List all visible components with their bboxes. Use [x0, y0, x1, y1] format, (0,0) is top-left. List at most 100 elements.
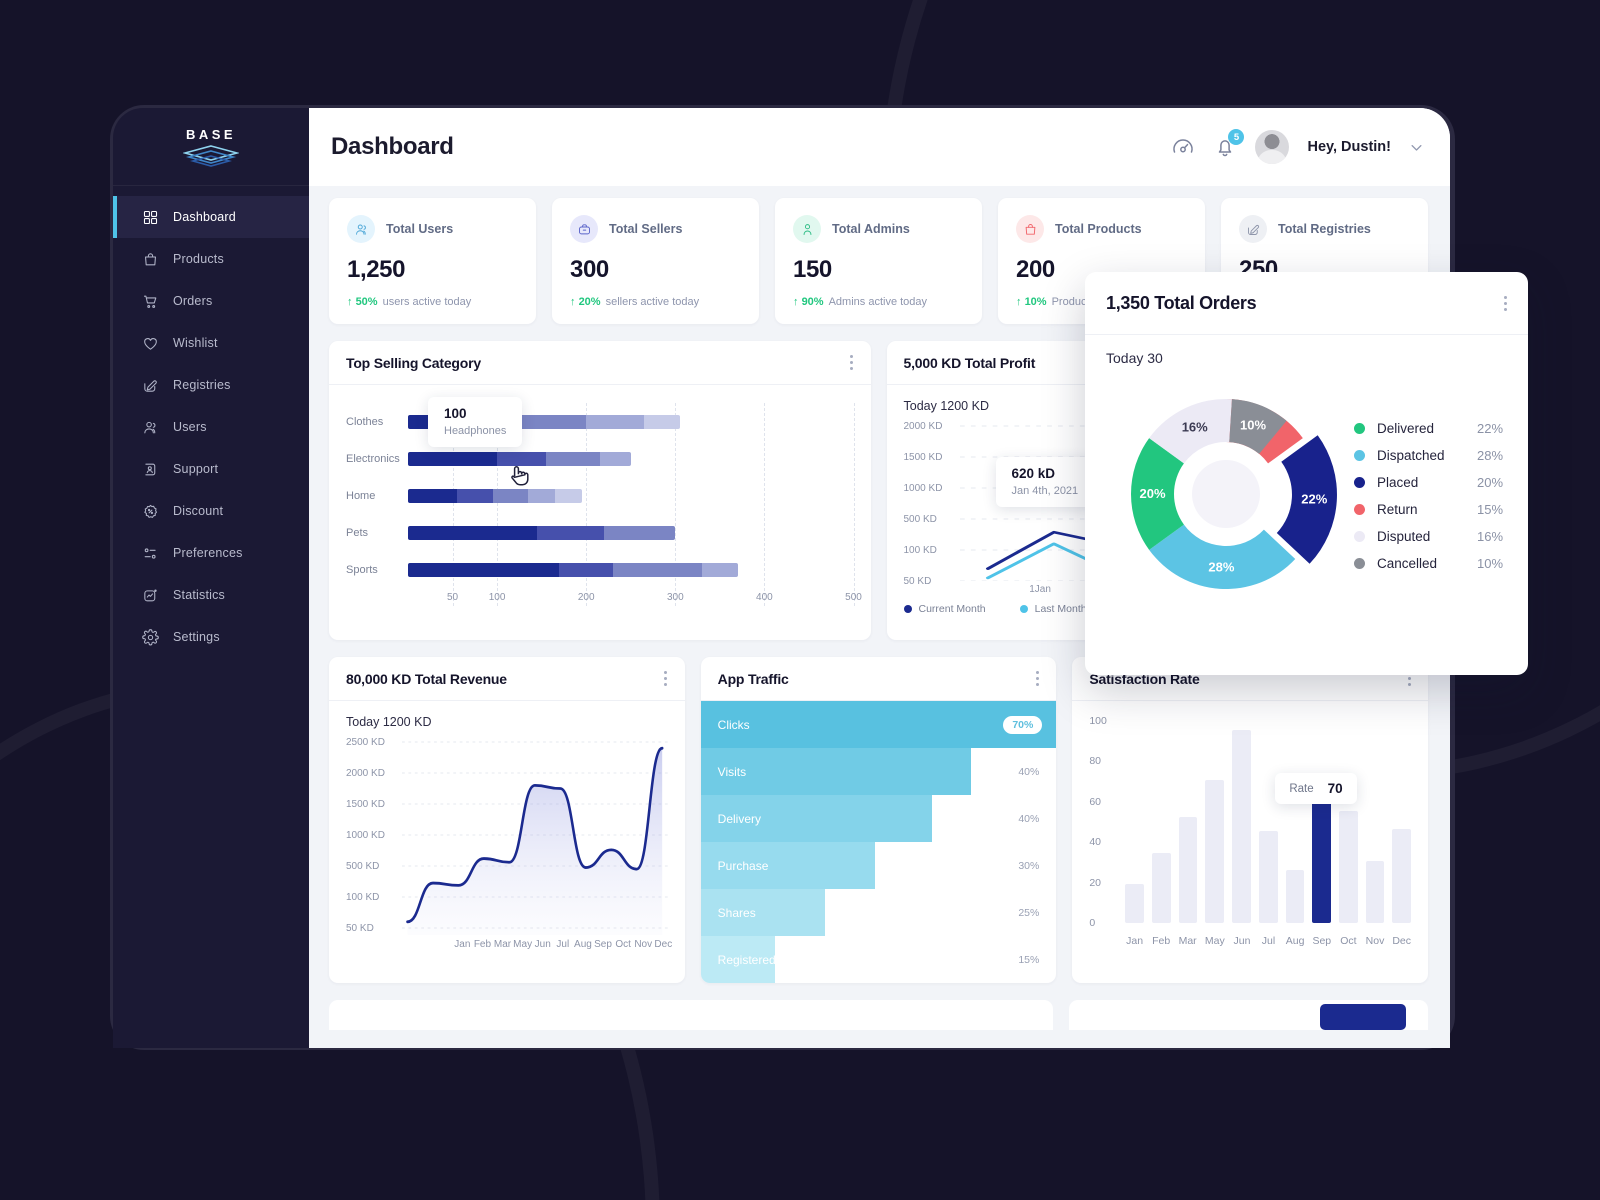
bell-icon[interactable]: 5	[1213, 129, 1245, 159]
funnel-label: Purchase	[717, 858, 769, 873]
bag-icon	[142, 251, 159, 268]
sidebar-item-discount[interactable]: Discount	[113, 490, 309, 532]
avatar[interactable]	[1255, 130, 1290, 164]
profit-x-tick: 1Jan	[1029, 584, 1051, 595]
satisfaction-bar-col[interactable]	[1285, 721, 1305, 923]
profit-legend-item[interactable]: Current Month	[903, 603, 986, 615]
funnel-percent: 40%	[1018, 765, 1040, 778]
sidebar-item-wishlist[interactable]: Wishlist	[113, 322, 309, 364]
funnel-row[interactable]: Registered Users 15%	[700, 936, 1057, 983]
sidebar-item-statistics[interactable]: Statistics	[113, 574, 309, 616]
satisfaction-bar-col[interactable]	[1125, 721, 1145, 923]
funnel-row[interactable]: Clicks 70%	[700, 701, 1057, 748]
support-icon	[142, 461, 159, 478]
satisfaction-bar[interactable]	[1312, 794, 1331, 923]
revenue-x-tick: Jan	[454, 939, 471, 950]
admin-icon	[793, 215, 821, 243]
sidebar-item-settings[interactable]: Settings	[113, 616, 309, 658]
satisfaction-bar-col[interactable]	[1258, 721, 1278, 923]
sidebar-item-support[interactable]: Support	[113, 448, 309, 490]
profit-y-tick: 100 KD	[903, 545, 937, 556]
satisfaction-bar[interactable]	[1392, 829, 1412, 923]
donut-legend-item[interactable]: Delivered 22%	[1354, 421, 1503, 436]
satisfaction-bar-col[interactable]	[1312, 721, 1331, 923]
svg-text:22%: 22%	[1301, 492, 1327, 507]
tsc-row[interactable]: Electronics	[346, 440, 854, 477]
tsc-label: Electronics	[346, 452, 400, 465]
gear-icon	[142, 628, 159, 646]
tsc-label: Home	[346, 489, 376, 502]
heart-icon	[142, 335, 159, 352]
satisfaction-bar-col[interactable]	[1365, 721, 1385, 923]
primary-action-button[interactable]	[1320, 1004, 1406, 1030]
satisfaction-bar[interactable]	[1205, 779, 1225, 923]
tsc-row[interactable]: Clothes	[346, 403, 854, 440]
sidebar-item-dashboard[interactable]: Dashboard	[113, 196, 309, 238]
revenue-x-tick: Aug	[574, 939, 592, 950]
satisfaction-tooltip: Rate 70	[1275, 773, 1357, 804]
kebab-menu-icon[interactable]	[1503, 295, 1507, 311]
satisfaction-bar-col[interactable]	[1392, 721, 1412, 923]
tsc-row[interactable]: Pets	[346, 514, 854, 551]
stat-card-total-sellers[interactable]: Total Sellers 300 ↑ 20% sellers active toda…	[552, 198, 759, 324]
sidebar-item-label: Orders	[173, 294, 213, 308]
satisfaction-bar[interactable]	[1285, 869, 1305, 923]
satisfaction-bar[interactable]	[1365, 860, 1385, 923]
sidebar-item-orders[interactable]: Orders	[113, 280, 309, 322]
satisfaction-bar[interactable]	[1258, 831, 1278, 923]
legend-dot	[1354, 504, 1365, 515]
tsc-segment	[612, 562, 702, 577]
legend-dot	[1354, 477, 1365, 488]
funnel-row[interactable]: Delivery 40%	[700, 795, 1057, 842]
revenue-y-tick: 2000 KD	[346, 768, 385, 779]
sidebar-item-preferences[interactable]: Preferences	[113, 532, 309, 574]
stat-card-total-users[interactable]: Total Users 1,250 ↑ 50% users active today	[329, 198, 536, 324]
cursor-pointer-icon	[511, 466, 529, 486]
charts-row-3-partial	[329, 1000, 1428, 1030]
satisfaction-bar[interactable]	[1125, 884, 1145, 923]
tsc-row[interactable]: Sports	[346, 551, 854, 588]
satisfaction-bar-col[interactable]	[1178, 721, 1198, 923]
revenue-x-tick: Oct	[615, 939, 631, 950]
stat-footer: ↑ 50% users active today	[347, 296, 518, 308]
satisfaction-bar-col[interactable]	[1152, 721, 1171, 923]
satisfaction-x-tick: Mar	[1178, 935, 1197, 947]
funnel-row[interactable]: Visits 40%	[700, 748, 1057, 795]
chevron-down-icon[interactable]	[1409, 140, 1424, 155]
sidebar-item-registries[interactable]: Registries	[113, 364, 309, 406]
donut-legend-item[interactable]: Disputed 16%	[1354, 529, 1503, 544]
sidebar-item-products[interactable]: Products	[113, 238, 309, 280]
satisfaction-y-tick: 80	[1089, 755, 1102, 768]
svg-text:16%: 16%	[1182, 419, 1208, 434]
tsc-segment	[537, 525, 604, 540]
edit-square-icon	[142, 377, 159, 394]
topbar: Dashboard 5 Hey, Dustin!	[309, 108, 1450, 186]
satisfaction-bar[interactable]	[1152, 853, 1171, 923]
donut-legend-item[interactable]: Cancelled 10%	[1354, 556, 1503, 571]
donut-legend-item[interactable]: Placed 20%	[1354, 475, 1503, 490]
kebab-menu-icon[interactable]	[664, 671, 668, 686]
kebab-menu-icon[interactable]	[1035, 671, 1039, 686]
stat-card-total-admins[interactable]: Total Admins 150 ↑ 90% Admins active today	[775, 198, 982, 324]
sliders-icon	[142, 545, 159, 562]
tsc-track	[408, 451, 854, 466]
speedometer-icon[interactable]	[1171, 135, 1195, 159]
tsc-row[interactable]: Home	[346, 477, 854, 514]
profit-legend-item[interactable]: Last Month	[1019, 603, 1087, 615]
brand-logo[interactable]: BASE	[113, 108, 309, 186]
profit-y-tick: 1500 KD	[903, 452, 943, 463]
tsc-tick: 400	[756, 592, 773, 603]
svg-text:28%: 28%	[1208, 559, 1234, 574]
satisfaction-bar[interactable]	[1338, 810, 1358, 923]
funnel-row[interactable]: Purchase 30%	[700, 842, 1057, 889]
satisfaction-bar-col[interactable]	[1205, 721, 1225, 923]
satisfaction-bar-col[interactable]	[1232, 721, 1251, 923]
funnel-row[interactable]: Shares 25%	[700, 889, 1057, 936]
donut-legend-item[interactable]: Dispatched 28%	[1354, 448, 1503, 463]
kebab-menu-icon[interactable]	[850, 355, 854, 370]
sidebar-item-users[interactable]: Users	[113, 406, 309, 448]
satisfaction-bar-col[interactable]	[1338, 721, 1358, 923]
satisfaction-bar[interactable]	[1232, 730, 1251, 923]
satisfaction-bar[interactable]	[1178, 816, 1198, 923]
donut-legend-item[interactable]: Return 15%	[1354, 502, 1503, 517]
